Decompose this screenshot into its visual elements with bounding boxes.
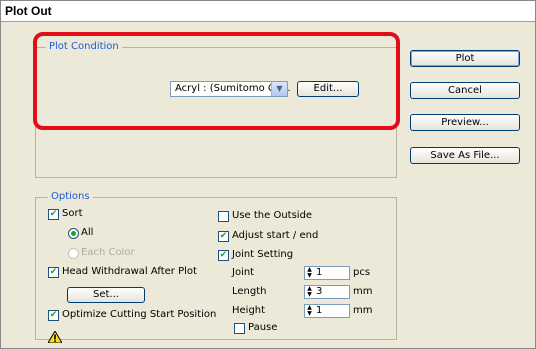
height-stepper[interactable]: ▲ ▼ 1 [304, 304, 350, 318]
options-legend: Options [48, 191, 93, 203]
joint-setting-checkbox[interactable]: ✔ [218, 250, 229, 261]
each-color-radio[interactable] [68, 248, 79, 259]
pause-label: Pause [248, 322, 278, 333]
pause-checkbox[interactable] [234, 323, 245, 334]
preview-button[interactable]: Preview... [410, 114, 520, 131]
height-label: Height [232, 305, 266, 316]
spin-arrows-icon[interactable]: ▲ ▼ [305, 267, 314, 279]
length-label: Length [232, 286, 267, 297]
warning-icon [48, 331, 62, 343]
window-title: Plot Out [5, 4, 52, 18]
height-value: 1 [316, 305, 323, 316]
plot-condition-legend: Plot Condition [46, 41, 122, 53]
head-withdrawal-label: Head Withdrawal After Plot [62, 266, 197, 277]
title-bar: Plot Out [1, 1, 535, 22]
adjust-start-end-checkbox[interactable]: ✔ [218, 231, 229, 242]
plot-condition-group: Plot Condition [35, 41, 397, 178]
length-unit: mm [353, 286, 373, 297]
all-label: All [81, 227, 94, 238]
use-outside-label: Use the Outside [232, 210, 313, 221]
joint-unit: pcs [353, 267, 371, 278]
plot-out-dialog: Plot Out Plot Condition Acryl : (Sumitom… [0, 0, 536, 349]
adjust-start-end-label: Adjust start / end [232, 230, 319, 241]
joint-stepper[interactable]: ▲ ▼ 1 [304, 266, 350, 280]
optimize-label: Optimize Cutting Start Position [62, 309, 217, 320]
each-color-label: Each Color [81, 247, 135, 258]
plot-button[interactable]: Plot [410, 50, 520, 67]
head-withdrawal-checkbox[interactable]: ✔ [48, 267, 59, 278]
spin-arrows-icon[interactable]: ▲ ▼ [305, 305, 314, 317]
save-as-file-button[interactable]: Save As File... [410, 147, 520, 164]
chevron-down-icon[interactable]: ▼ [271, 82, 287, 96]
joint-label: Joint [232, 267, 255, 278]
set-button[interactable]: Set... [67, 287, 145, 303]
use-outside-checkbox[interactable] [218, 211, 229, 222]
cancel-button[interactable]: Cancel [410, 82, 520, 99]
sort-checkbox[interactable]: ✔ [48, 209, 59, 220]
height-unit: mm [353, 305, 373, 316]
length-stepper[interactable]: ▲ ▼ 3 [304, 285, 350, 299]
all-radio[interactable] [68, 228, 79, 239]
joint-value: 1 [316, 267, 323, 278]
material-select[interactable]: Acryl : (Sumitomo Ch... ▼ [170, 81, 291, 97]
optimize-checkbox[interactable]: ✔ [48, 310, 59, 321]
length-value: 3 [316, 286, 323, 297]
joint-setting-label: Joint Setting [232, 249, 294, 260]
edit-button[interactable]: Edit... [297, 81, 359, 97]
sort-label: Sort [62, 208, 83, 219]
spin-arrows-icon[interactable]: ▲ ▼ [305, 286, 314, 298]
